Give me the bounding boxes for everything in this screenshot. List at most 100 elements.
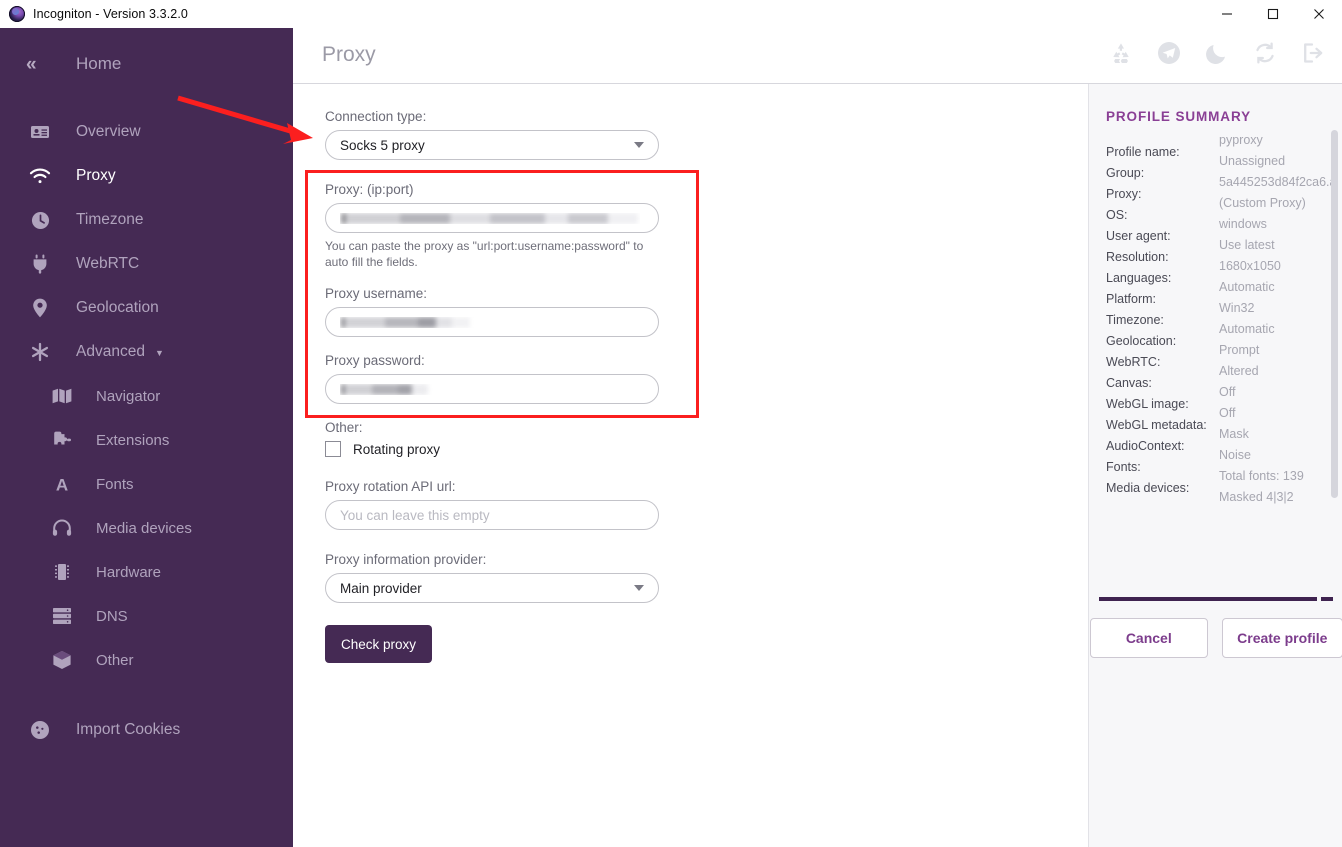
proxy-ip-port-hint: You can paste the proxy as "url:port:use…: [325, 239, 644, 270]
sidebar-item-import-cookies[interactable]: Import Cookies: [0, 708, 288, 752]
rotation-api-label: Proxy rotation API url:: [325, 479, 456, 495]
summary-value: Use latest: [1219, 238, 1275, 252]
summary-key: Resolution:: [1106, 250, 1169, 264]
info-provider-select[interactable]: Main provider: [325, 573, 659, 604]
puzzle-icon: [48, 431, 76, 449]
sidebar-item-label: Geolocation: [76, 299, 159, 316]
summary-value: Prompt: [1219, 343, 1260, 357]
sidebar-item-advanced[interactable]: Advanced ▼: [0, 330, 288, 374]
proxy-username-label: Proxy username:: [325, 286, 428, 302]
sidebar-item-label: Timezone: [76, 211, 144, 228]
proxy-ip-port-input[interactable]: [325, 203, 659, 233]
sidebar-home-label: Home: [76, 54, 122, 73]
incogniton-app-window: Incogniton - Version 3.3.2.0 « Home Over…: [0, 0, 1342, 847]
collapse-icon[interactable]: «: [26, 55, 54, 74]
close-icon[interactable]: [1296, 0, 1342, 28]
summary-value: Off: [1219, 406, 1236, 420]
send-icon[interactable]: [1156, 40, 1182, 66]
summary-value: Win32: [1219, 301, 1255, 315]
sidebar-item-dns[interactable]: DNS: [0, 594, 288, 638]
proxy-password-label: Proxy password:: [325, 353, 425, 369]
connection-type-select[interactable]: Socks 5 proxy: [325, 130, 659, 160]
summary-value: windows: [1219, 217, 1267, 231]
summary-key: User agent:: [1106, 229, 1171, 243]
sidebar-item-timezone[interactable]: Timezone: [0, 198, 288, 242]
sidebar-item-other[interactable]: Other: [0, 638, 288, 682]
info-provider-value: Main provider: [340, 580, 422, 596]
logout-icon[interactable]: [1300, 40, 1326, 66]
main-accent-strip: [288, 84, 293, 847]
summary-key: OS:: [1106, 208, 1128, 222]
rotating-proxy-checkbox[interactable]: [325, 441, 341, 458]
sidebar-item-proxy[interactable]: Proxy: [0, 154, 288, 198]
moon-icon[interactable]: [1204, 40, 1230, 66]
redacted-value: [340, 212, 640, 224]
rotation-api-input[interactable]: You can leave this empty: [325, 500, 659, 531]
sidebar-item-extensions[interactable]: Extensions: [0, 418, 288, 462]
sidebar-item-overview[interactable]: Overview: [0, 110, 288, 154]
chevron-down-icon: [634, 585, 644, 592]
sidebar-item-navigator[interactable]: Navigator: [0, 374, 288, 418]
profile-summary-title: PROFILE SUMMARY: [1106, 109, 1251, 124]
connection-type-label: Connection type:: [325, 109, 427, 124]
summary-scrollbar[interactable]: [1331, 130, 1338, 498]
rotating-proxy-row[interactable]: Rotating proxy: [325, 441, 745, 458]
summary-key: Timezone:: [1106, 313, 1164, 327]
recycle-icon[interactable]: [1108, 40, 1134, 66]
summary-value: Noise: [1219, 448, 1251, 462]
profile-summary-values: pyproxy Unassigned 5a445253d84f2ca6.a (C…: [1219, 130, 1342, 508]
sidebar-item-hardware[interactable]: Hardware: [0, 550, 288, 594]
sidebar-home[interactable]: « Home: [0, 28, 288, 100]
font-a-icon: A: [48, 475, 76, 494]
sidebar-nav: Overview Proxy Timezone WebRTC Geolocati…: [0, 110, 288, 752]
sidebar-item-geolocation[interactable]: Geolocation: [0, 286, 288, 330]
create-profile-button[interactable]: Create profile: [1221, 618, 1342, 658]
summary-key: Proxy:: [1106, 187, 1142, 201]
sidebar-item-label: Overview: [76, 123, 141, 140]
sidebar-item-webrtc[interactable]: WebRTC: [0, 242, 288, 286]
refresh-icon[interactable]: [1252, 40, 1278, 66]
summary-key: Fonts:: [1106, 460, 1141, 474]
page-title: Proxy: [322, 43, 376, 66]
sidebar: « Home Overview Proxy Timezone WebRTC Ge…: [0, 28, 288, 847]
sidebar-item-fonts[interactable]: A Fonts: [0, 462, 288, 506]
maximize-icon[interactable]: [1250, 0, 1296, 28]
summary-key: WebGL metadata:: [1106, 418, 1207, 432]
redacted-value: [340, 316, 640, 328]
summary-key: AudioContext:: [1106, 439, 1185, 453]
summary-key: Canvas:: [1106, 376, 1152, 390]
summary-key: WebGL image:: [1106, 397, 1189, 411]
proxy-username-input[interactable]: [325, 307, 659, 338]
summary-key: Platform:: [1106, 292, 1157, 306]
summary-value: Masked 4|3|2: [1219, 490, 1294, 504]
summary-divider: [1099, 597, 1333, 601]
server-icon: [48, 607, 76, 625]
check-proxy-button[interactable]: Check proxy: [325, 625, 432, 664]
minimize-icon[interactable]: [1204, 0, 1250, 28]
sidebar-item-label: DNS: [96, 607, 128, 625]
summary-value: 1680x1050: [1219, 259, 1281, 273]
map-pin-icon: [26, 298, 54, 318]
summary-actions: Cancel Create profile: [1089, 618, 1342, 658]
summary-value: Automatic: [1219, 322, 1275, 336]
proxy-password-input[interactable]: [325, 374, 659, 405]
cancel-button[interactable]: Cancel: [1090, 618, 1208, 658]
sidebar-item-label: Extensions: [96, 431, 170, 449]
sidebar-item-label: WebRTC: [76, 255, 140, 272]
cookie-icon: [26, 720, 54, 740]
connection-type-value: Socks 5 proxy: [340, 137, 425, 153]
title-bar: Incogniton - Version 3.3.2.0: [0, 0, 1342, 28]
summary-value: Mask: [1219, 427, 1249, 441]
summary-key: Profile name:: [1106, 145, 1180, 159]
chip-icon: [48, 562, 76, 582]
chevron-down-icon: [634, 142, 644, 148]
summary-value: (Custom Proxy): [1219, 196, 1306, 210]
chevron-down-icon[interactable]: ▼: [155, 348, 164, 358]
sidebar-item-media-devices[interactable]: Media devices: [0, 506, 288, 550]
